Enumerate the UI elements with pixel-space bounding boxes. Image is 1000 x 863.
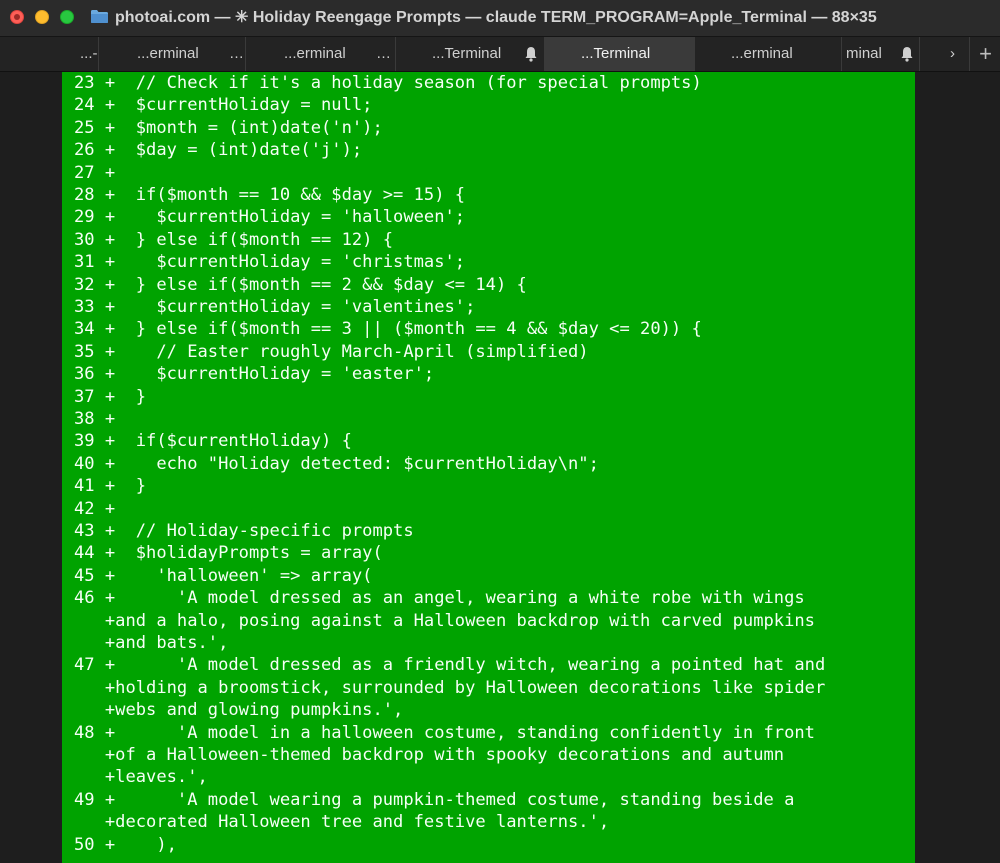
code-line: +and a halo, posing against a Halloween … [74, 610, 815, 631]
more-icon[interactable]: … [376, 45, 391, 62]
overflow-icon[interactable]: › [950, 45, 955, 62]
tab-label: minal [846, 45, 882, 62]
code-line: +of a Halloween-themed backdrop with spo… [74, 745, 785, 765]
title-bar: photoai.com — ✳ Holiday Reengage Prompts… [0, 0, 1000, 37]
code-line: 40 + echo "Holiday detected: $currentHol… [74, 453, 599, 474]
tab-label: ...Terminal [432, 45, 502, 62]
folder-icon [91, 10, 108, 23]
tab-label: ...erminal [731, 45, 793, 62]
code-line: 24 + $currentHoliday = null; [74, 95, 373, 116]
code-line: 33 + $currentHoliday = 'valentines'; [74, 297, 476, 317]
tab-label: ...- [80, 45, 98, 62]
tab-label: ...erminal [137, 45, 199, 62]
code-line: 42 + [74, 498, 116, 519]
code-line: 31 + $currentHoliday = 'christmas'; [74, 252, 466, 273]
code-line: 49 + 'A model wearing a pumpkin-themed c… [74, 789, 795, 810]
terminal-window: photoai.com — ✳ Holiday Reengage Prompts… [0, 0, 1000, 863]
code-line: 45 + 'halloween' => array( [74, 565, 373, 586]
code-line: 25 + $month = (int)date('n'); [74, 117, 383, 138]
code-line: 47 + 'A model dressed as a friendly witc… [74, 655, 826, 676]
minimize-button[interactable] [35, 10, 49, 24]
code-line: 27 + [74, 162, 116, 183]
code-line: +leaves.', [74, 767, 208, 788]
code-line: 46 + 'A model dressed as an angel, weari… [74, 588, 805, 609]
tab-label: ...erminal [284, 45, 346, 62]
window-title: photoai.com — ✳ Holiday Reengage Prompts… [115, 9, 877, 26]
bell-icon [901, 47, 913, 62]
code-line: +holding a broomstick, surrounded by Hal… [74, 677, 826, 698]
tab-label: ...Terminal [581, 45, 651, 62]
code-line: 43 + // Holiday-specific prompts [74, 521, 414, 541]
close-button[interactable] [10, 10, 24, 24]
code-line: 34 + } else if($month == 3 || ($month ==… [74, 319, 702, 340]
code-line: 36 + $currentHoliday = 'easter'; [74, 364, 435, 385]
tab-2[interactable]: ...erminal … [99, 37, 246, 71]
code-line: 39 + if($currentHoliday) { [74, 431, 352, 452]
code-line: 32 + } else if($month == 2 && $day <= 14… [74, 274, 527, 295]
code-line: +webs and glowing pumpkins.', [74, 700, 404, 721]
tab-5-active[interactable]: ...Terminal [545, 37, 695, 71]
code-line: 28 + if($month == 10 && $day >= 15) { [74, 185, 466, 205]
code-line: 41 + } [74, 476, 147, 497]
tab-1[interactable]: ...- [0, 37, 99, 71]
tab-3[interactable]: ...erminal … [246, 37, 396, 71]
code-line: 30 + } else if($month == 12) { [74, 229, 394, 250]
code-line: 23 + // Check if it's a holiday season (… [74, 73, 702, 93]
code-line: 26 + $day = (int)date('j'); [74, 140, 363, 161]
code-line: 48 + 'A model in a halloween costume, st… [74, 722, 815, 743]
tab-6[interactable]: ...erminal [695, 37, 842, 71]
tab-bar: ...- ...erminal … ...erminal … ...Termin… [0, 37, 1000, 72]
code-line: 38 + [74, 409, 116, 429]
bell-icon [525, 47, 537, 62]
tab-overflow[interactable]: › [920, 37, 970, 71]
tab-4[interactable]: ...Terminal [396, 37, 545, 71]
more-icon[interactable]: … [229, 45, 244, 62]
code-line: 29 + $currentHoliday = 'halloween'; [74, 207, 466, 228]
new-tab-button[interactable]: + [979, 41, 992, 67]
code-line: +decorated Halloween tree and festive la… [74, 812, 610, 833]
code-line: 37 + } [74, 386, 147, 407]
code-line: +and bats.', [74, 633, 229, 653]
code-line: 44 + $holidayPrompts = array( [74, 543, 383, 564]
code-line: 35 + // Easter roughly March-April (simp… [74, 341, 589, 362]
code-line: 50 + ), [74, 834, 177, 855]
tab-7[interactable]: minal [842, 37, 920, 71]
terminal-content[interactable]: 23 + // Check if it's a holiday season (… [0, 72, 1000, 863]
zoom-button[interactable] [60, 10, 74, 24]
